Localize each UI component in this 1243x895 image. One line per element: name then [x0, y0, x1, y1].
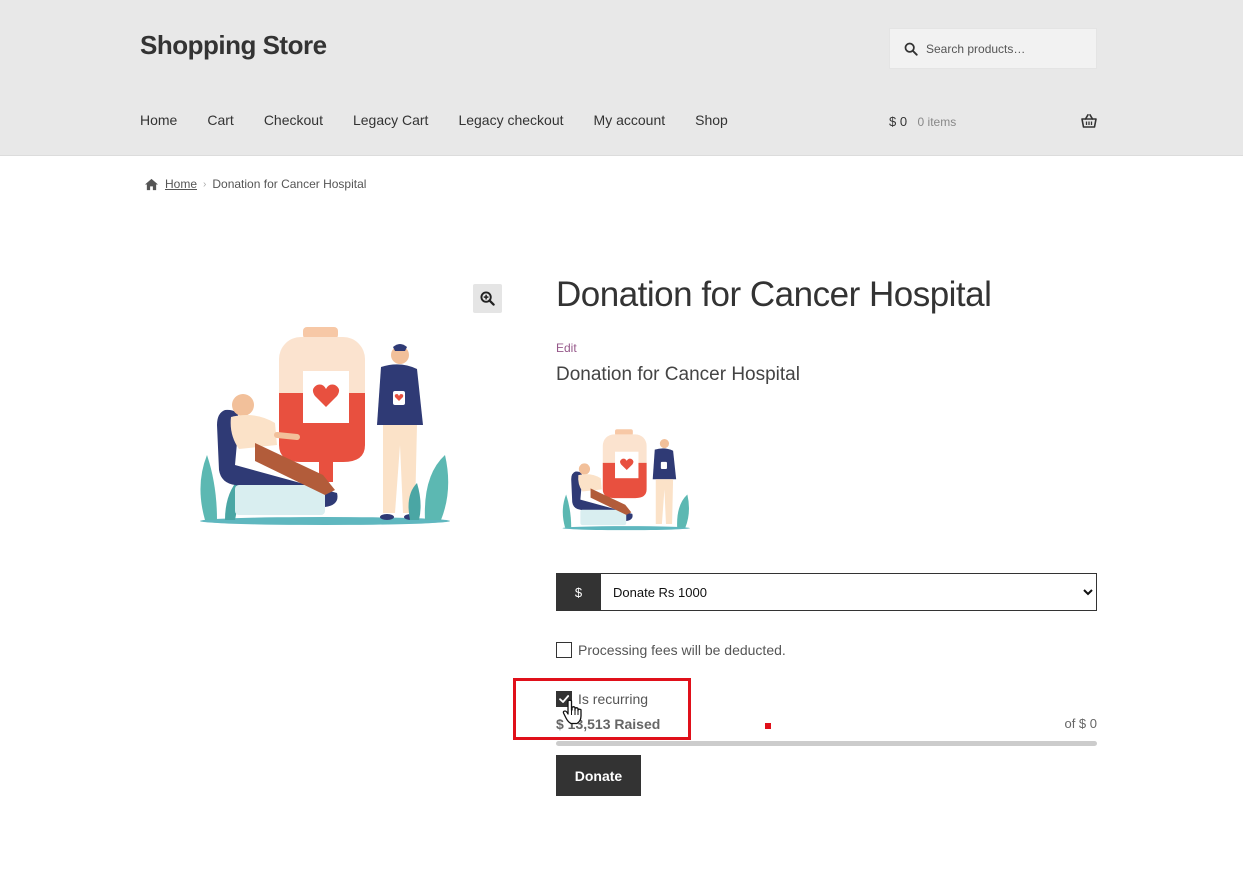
currency-addon: $	[556, 573, 601, 611]
nav-cart[interactable]: Cart	[207, 112, 233, 128]
nav-home[interactable]: Home	[140, 112, 177, 128]
nav-legacy-cart[interactable]: Legacy Cart	[353, 112, 428, 128]
breadcrumb-separator: ›	[203, 178, 207, 190]
image-zoom-button[interactable]	[473, 284, 502, 313]
description-image	[562, 429, 690, 531]
mini-cart[interactable]: $ 0 0 items	[889, 113, 1097, 131]
breadcrumb-home-link[interactable]: Home	[165, 177, 197, 191]
donation-amount-group: $ Donate Rs 1000	[556, 573, 1097, 611]
main-nav: Home Cart Checkout Legacy Cart Legacy ch…	[140, 112, 758, 128]
breadcrumb-current: Donation for Cancer Hospital	[212, 177, 367, 191]
nav-legacy-checkout[interactable]: Legacy checkout	[458, 112, 563, 128]
hand-pointer-cursor-icon	[562, 699, 582, 725]
basket-icon	[1081, 114, 1097, 128]
home-icon	[145, 178, 158, 190]
zoom-in-icon	[480, 291, 495, 306]
search-box[interactable]	[889, 28, 1097, 69]
donation-progress-bar	[556, 741, 1097, 746]
donate-button[interactable]: Donate	[556, 755, 641, 796]
nav-checkout[interactable]: Checkout	[264, 112, 323, 128]
red-marker	[765, 723, 771, 729]
product-image[interactable]	[195, 325, 460, 530]
processing-fees-label: Processing fees will be deducted.	[578, 642, 786, 658]
edit-link[interactable]: Edit	[556, 341, 577, 355]
processing-fees-checkbox[interactable]	[556, 642, 572, 658]
donation-amount-select[interactable]: Donate Rs 1000	[601, 573, 1097, 611]
processing-fees-row[interactable]: Processing fees will be deducted.	[556, 642, 786, 658]
cart-count: 0 items	[917, 115, 957, 129]
highlight-box	[513, 678, 691, 740]
product-title: Donation for Cancer Hospital	[556, 275, 992, 314]
search-input[interactable]	[926, 41, 1086, 56]
site-header: Shopping Store Home Cart Checkout Legacy…	[0, 0, 1243, 156]
search-icon	[904, 42, 918, 56]
product-short-description: Donation for Cancer Hospital	[556, 364, 800, 385]
site-title[interactable]: Shopping Store	[140, 30, 327, 61]
cart-amount: $ 0	[889, 114, 908, 129]
nav-shop[interactable]: Shop	[695, 112, 728, 128]
breadcrumb: Home › Donation for Cancer Hospital	[144, 177, 366, 191]
nav-my-account[interactable]: My account	[594, 112, 666, 128]
goal-amount: of $ 0	[1064, 716, 1097, 731]
